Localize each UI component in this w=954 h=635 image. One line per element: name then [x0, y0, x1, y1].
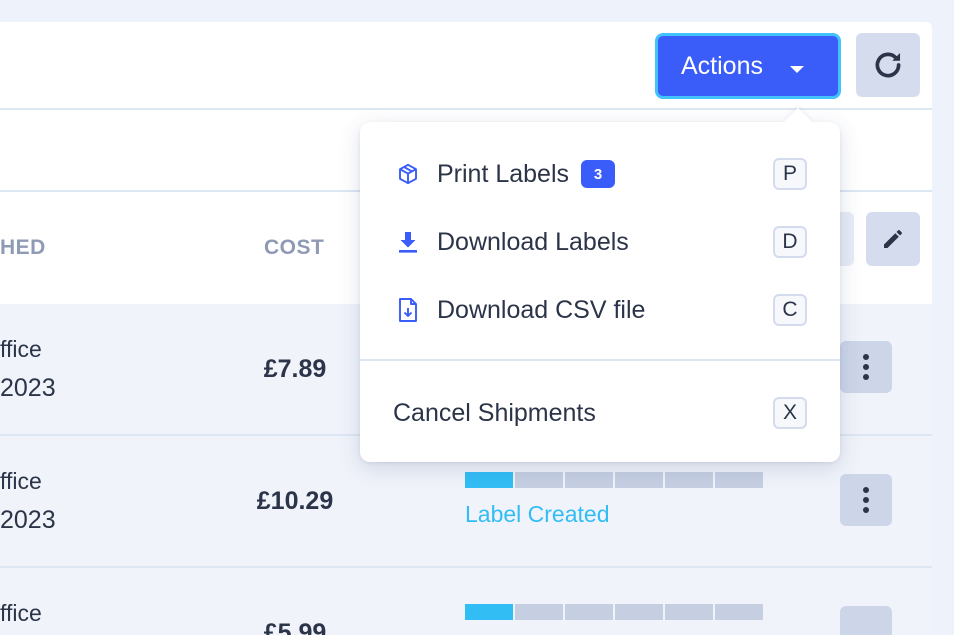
progress-segment: [615, 604, 663, 620]
progress-segment: [465, 472, 513, 488]
edit-button[interactable]: [866, 212, 920, 266]
menu-item-label: Print Labels 3: [437, 159, 616, 189]
row-more-button[interactable]: [840, 606, 892, 635]
selected-count-badge: 3: [581, 160, 616, 188]
progress-segment: [465, 604, 513, 620]
menu-item-cancel-shipments[interactable]: Cancel Shipments X: [360, 383, 840, 443]
progress-segment: [715, 472, 763, 488]
shipment-office: ffice: [0, 468, 42, 494]
tracking-progress: [465, 604, 763, 620]
menu-item-download-csv[interactable]: Download CSV file C: [360, 280, 840, 340]
file-download-icon: [396, 297, 420, 323]
shipment-date: 2023: [0, 506, 56, 534]
package-icon: [396, 161, 420, 187]
shipment-cost: £5.99: [263, 619, 327, 635]
shipment-date: 2023: [0, 374, 56, 402]
menu-item-label: Cancel Shipments: [393, 398, 596, 427]
progress-segment: [665, 472, 713, 488]
row-more-button[interactable]: [840, 474, 892, 526]
actions-button-label: Actions: [681, 51, 763, 80]
shipment-office: ffice: [0, 600, 42, 626]
shipment-status: Label Created: [465, 501, 610, 527]
shortcut-key: C: [773, 294, 807, 326]
progress-segment: [565, 472, 613, 488]
column-header-dispatched[interactable]: HED: [0, 236, 46, 260]
actions-button[interactable]: Actions: [655, 33, 841, 99]
progress-segment: [715, 604, 763, 620]
shortcut-key: D: [773, 226, 807, 258]
progress-segment: [565, 604, 613, 620]
more-vertical-icon: [863, 487, 869, 513]
progress-segment: [515, 604, 563, 620]
actions-dropdown-menu: Print Labels 3 P Download Labels D Downlo…: [360, 107, 840, 462]
refresh-icon: [875, 52, 901, 78]
menu-item-label: Download CSV file: [437, 295, 646, 324]
shipment-office: ffice: [0, 336, 42, 362]
print-labels-text: Print Labels: [437, 159, 570, 188]
menu-item-print-labels[interactable]: Print Labels 3 P: [360, 144, 840, 204]
shortcut-key: P: [773, 158, 807, 190]
more-vertical-icon: [863, 354, 869, 380]
refresh-button[interactable]: [856, 33, 920, 97]
caret-down-icon: [790, 66, 804, 73]
toolbar: Actions: [0, 22, 932, 110]
column-header-cost[interactable]: COST: [264, 236, 324, 260]
download-icon: [396, 229, 420, 255]
progress-segment: [515, 472, 563, 488]
tracking-progress: [465, 472, 763, 488]
progress-segment: [665, 604, 713, 620]
shipment-cost: £7.89: [263, 355, 327, 383]
progress-segment: [615, 472, 663, 488]
pencil-icon: [884, 230, 902, 248]
row-more-button[interactable]: [840, 341, 892, 393]
table-row[interactable]: ffice £5.99: [0, 568, 932, 635]
menu-item-label: Download Labels: [437, 227, 629, 256]
shortcut-key: X: [773, 397, 807, 429]
menu-item-download-labels[interactable]: Download Labels D: [360, 212, 840, 272]
menu-divider: [360, 359, 840, 361]
shipment-cost: £10.29: [256, 487, 334, 515]
